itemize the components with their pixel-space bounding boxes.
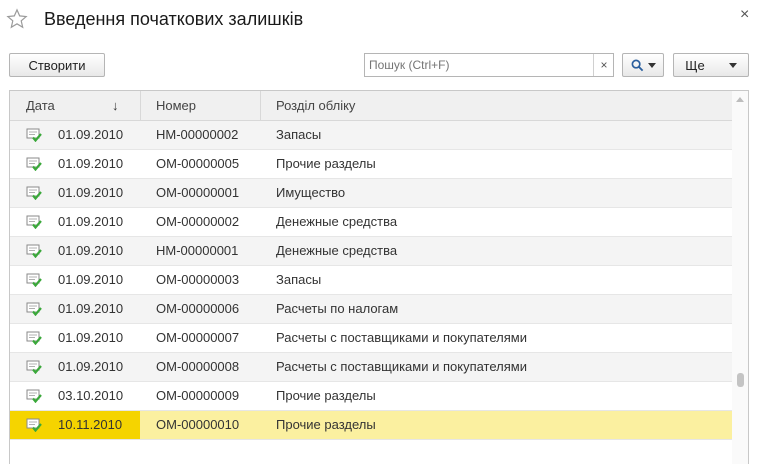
row-date: 01.09.2010 [58, 243, 124, 258]
row-number: ОМ-00000002 [156, 214, 240, 229]
row-section: Имущество [276, 185, 346, 200]
magnifier-icon [631, 59, 643, 71]
posted-document-icon [26, 244, 42, 258]
table-row[interactable]: 01.09.2010 ОМ-00000008 Расчеты с поставщик… [10, 353, 732, 382]
column-divider[interactable] [260, 91, 261, 120]
table-row[interactable]: 01.09.2010 НМ-00000001 Денежные средства [10, 237, 732, 266]
row-number: ОМ-00000007 [156, 330, 240, 345]
vertical-scrollbar[interactable] [732, 91, 748, 464]
row-date: 03.10.2010 [58, 388, 124, 403]
row-section: Денежные средства [276, 214, 398, 229]
more-button[interactable]: Ще [673, 53, 749, 77]
row-date: 01.09.2010 [58, 330, 124, 345]
table-row[interactable]: 10.11.2010 ОМ-00000010 Прочие разделы [10, 411, 732, 440]
sort-down-icon: ↓ [112, 98, 119, 113]
posted-document-icon [26, 273, 42, 287]
row-section: Прочие разделы [276, 388, 376, 403]
table-row[interactable]: 01.09.2010 ОМ-00000005 Прочие разделы [10, 150, 732, 179]
row-number: ОМ-00000006 [156, 301, 240, 316]
row-section: Денежные средства [276, 243, 398, 258]
posted-document-icon [26, 360, 42, 374]
row-number: ОМ-00000001 [156, 185, 240, 200]
posted-document-icon [26, 302, 42, 316]
row-number: ОМ-00000003 [156, 272, 240, 287]
close-icon[interactable]: × [740, 6, 749, 24]
posted-document-icon [26, 128, 42, 142]
row-section: Расчеты по налогам [276, 301, 399, 316]
table-row[interactable]: 01.09.2010 ОМ-00000006 Расчеты по налогам [10, 295, 732, 324]
row-number: НМ-00000002 [156, 127, 239, 142]
page-title: Введення початкових залишків [44, 9, 304, 29]
row-date: 01.09.2010 [58, 185, 124, 200]
posted-document-icon [26, 157, 42, 171]
chevron-down-icon [647, 62, 656, 68]
more-button-label: Ще [685, 57, 705, 73]
column-header-section[interactable]: Розділ обліку [276, 91, 355, 120]
row-date: 01.09.2010 [58, 156, 124, 171]
chevron-down-icon [728, 62, 737, 68]
table-row[interactable]: 01.09.2010 НМ-00000002 Запасы [10, 121, 732, 150]
table-row[interactable]: 01.09.2010 ОМ-00000007 Расчеты с поставщик… [10, 324, 732, 353]
row-date: 01.09.2010 [58, 359, 124, 374]
row-section: Прочие разделы [276, 417, 376, 432]
row-number: ОМ-00000010 [156, 417, 240, 432]
documents-table: Дата ↓ Номер Розділ обліку 01.09.2010 НМ-… [9, 90, 749, 464]
row-number: ОМ-00000009 [156, 388, 240, 403]
posted-document-icon [26, 389, 42, 403]
search-options-button[interactable] [622, 53, 664, 77]
row-date: 01.09.2010 [58, 127, 124, 142]
row-section: Расчеты с поставщиками и покупателями [276, 359, 527, 374]
row-section: Прочие разделы [276, 156, 376, 171]
column-header-date[interactable]: Дата [26, 91, 55, 120]
toolbar: Створити × Ще [0, 52, 760, 80]
star-icon[interactable] [6, 8, 28, 30]
row-number: НМ-00000001 [156, 243, 239, 258]
row-number: ОМ-00000008 [156, 359, 240, 374]
column-divider[interactable] [140, 91, 141, 120]
table-row[interactable]: 01.09.2010 ОМ-00000003 Запасы [10, 266, 732, 295]
table-row[interactable]: 01.09.2010 ОМ-00000001 Имущество [10, 179, 732, 208]
table-header: Дата ↓ Номер Розділ обліку [10, 91, 732, 121]
column-header-number[interactable]: Номер [156, 91, 196, 120]
row-section: Расчеты с поставщиками и покупателями [276, 330, 527, 345]
scroll-up-icon[interactable] [736, 97, 744, 102]
create-button[interactable]: Створити [9, 53, 105, 77]
posted-document-icon [26, 215, 42, 229]
table-row[interactable]: 01.09.2010 ОМ-00000002 Денежные средства [10, 208, 732, 237]
clear-search-icon[interactable]: × [593, 54, 614, 76]
scrollbar-thumb[interactable] [737, 373, 744, 387]
title-bar: Введення початкових залишків × [0, 0, 760, 42]
search-box: × [364, 53, 614, 77]
row-date: 01.09.2010 [58, 272, 124, 287]
row-date: 10.11.2010 [58, 417, 123, 432]
search-input[interactable] [365, 54, 591, 76]
posted-document-icon [26, 186, 42, 200]
row-number: ОМ-00000005 [156, 156, 240, 171]
row-section: Запасы [276, 127, 322, 142]
row-date: 01.09.2010 [58, 301, 124, 316]
posted-document-icon [26, 418, 42, 432]
row-date: 01.09.2010 [58, 214, 124, 229]
row-section: Запасы [276, 272, 322, 287]
posted-document-icon [26, 331, 42, 345]
table-row[interactable]: 03.10.2010 ОМ-00000009 Прочие разделы [10, 382, 732, 411]
